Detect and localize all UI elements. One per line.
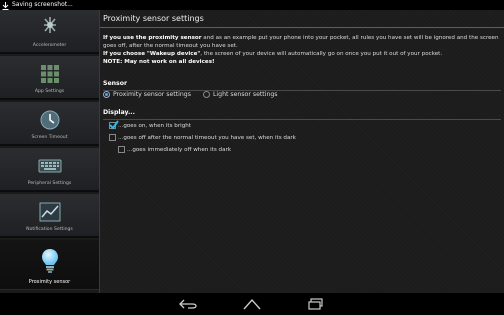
- display-section-divider: [103, 119, 501, 120]
- sidebar-item-screen-timeout[interactable]: Screen Timeout: [0, 102, 99, 146]
- goes-off-timeout-checkbox[interactable]: [109, 134, 116, 141]
- proximity-sensor-radio-label[interactable]: Proximity sensor settings: [113, 91, 191, 98]
- status-notification-text: Saving screenshot...: [12, 1, 73, 8]
- sidebar-item-label: Proximity sensor: [28, 279, 71, 285]
- chart-icon: [39, 202, 61, 226]
- recent-apps-icon[interactable]: [301, 296, 331, 312]
- navigation-bar: [0, 293, 504, 315]
- description-bold-2: If you choose "Wakeup device": [103, 51, 201, 57]
- home-icon[interactable]: [237, 296, 267, 312]
- sidebar-item-peripheral-settings[interactable]: Peripheral Settings: [0, 148, 99, 192]
- display-option-row: ...goes on, when its bright: [109, 120, 191, 130]
- goes-off-timeout-label[interactable]: ...goes off after the normal timeout you…: [118, 135, 296, 141]
- grid-icon: [40, 64, 60, 88]
- description-note: NOTE: May not work on all devices!: [103, 59, 215, 65]
- settings-panel: Proximity sensor settings If you use the…: [100, 10, 504, 293]
- keyboard-icon: [38, 158, 62, 178]
- sidebar-item-label: Accelerometer: [32, 43, 67, 48]
- sidebar: Accelerometer App Settings Screen Timeou…: [0, 10, 99, 293]
- sensor-section-heading: Sensor: [103, 80, 128, 87]
- sidebar-item-label: Notification Settings: [26, 227, 73, 232]
- status-bar: Saving screenshot...: [0, 0, 504, 10]
- sidebar-item-app-settings[interactable]: App Settings: [0, 56, 99, 100]
- title-divider: [100, 27, 504, 28]
- display-option-row: ...goes off after the normal timeout you…: [109, 134, 296, 141]
- page-title: Proximity sensor settings: [103, 14, 204, 23]
- sidebar-item-label: App Settings: [34, 89, 65, 94]
- light-sensor-radio[interactable]: [202, 91, 210, 98]
- goes-off-immediately-checkbox[interactable]: [118, 146, 125, 153]
- goes-off-immediately-label[interactable]: ...goes immediately off when its dark: [127, 147, 231, 153]
- sidebar-item-accelerometer[interactable]: Accelerometer: [0, 10, 99, 54]
- accelerometer-icon: [40, 14, 60, 40]
- goes-on-bright-label[interactable]: ...goes on, when its bright: [118, 123, 191, 129]
- goes-on-bright-checkbox[interactable]: [109, 120, 119, 130]
- sidebar-item-label: Screen Timeout: [31, 135, 68, 140]
- display-option-row: ...goes immediately off when its dark: [118, 146, 231, 153]
- clock-icon: [40, 110, 60, 134]
- sidebar-item-proximity-sensor[interactable]: Proximity sensor: [0, 240, 99, 290]
- download-arrow-icon: [2, 1, 9, 10]
- sidebar-item-label: Peripheral Settings: [27, 181, 72, 186]
- display-section-heading: Display...: [103, 109, 135, 116]
- back-icon[interactable]: [173, 296, 203, 312]
- description-text: If you use the proximity sensor and as a…: [103, 34, 501, 66]
- sensor-radio-group: Proximity sensor settings Light sensor s…: [103, 91, 290, 98]
- description-bold-1: If you use the proximity sensor: [103, 35, 202, 41]
- description-text-2: , the screen of your device will automat…: [200, 51, 443, 57]
- lightbulb-icon: [41, 248, 59, 278]
- light-sensor-radio-label[interactable]: Light sensor settings: [213, 91, 278, 98]
- proximity-sensor-radio[interactable]: [103, 91, 110, 98]
- sidebar-item-notification-settings[interactable]: Notification Settings: [0, 194, 99, 238]
